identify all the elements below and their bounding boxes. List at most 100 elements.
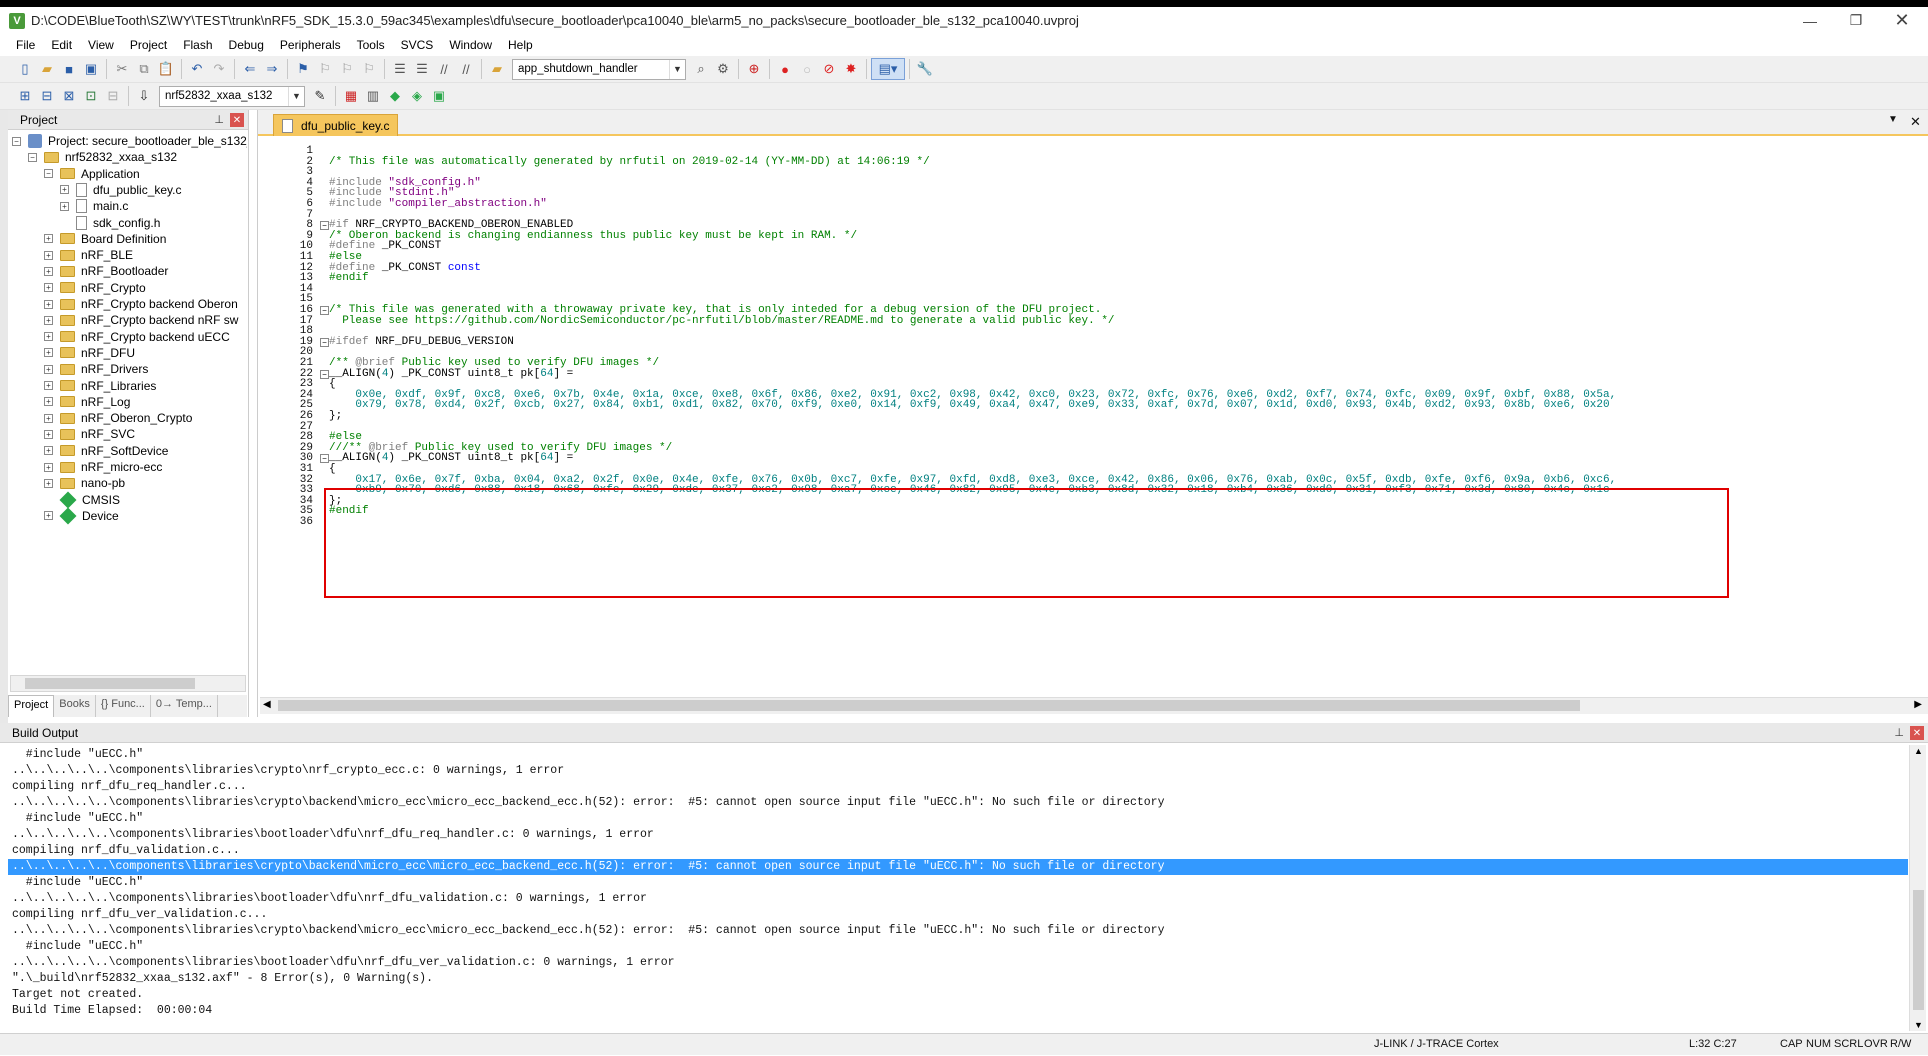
expand-icon[interactable]: + bbox=[44, 299, 53, 309]
prev-bookmark-icon[interactable]: ⚐ bbox=[314, 58, 336, 80]
paste-icon[interactable]: 📋 bbox=[155, 58, 177, 80]
incremental-find-icon[interactable]: ⚙ bbox=[712, 58, 734, 80]
navigate-forward-icon[interactable]: ⇒ bbox=[261, 58, 283, 80]
menu-file[interactable]: File bbox=[8, 38, 43, 52]
pane-tab-1[interactable]: Books bbox=[54, 695, 96, 717]
expand-icon[interactable]: + bbox=[44, 462, 53, 472]
pack-installer-icon[interactable]: ▣ bbox=[428, 85, 450, 107]
build-line[interactable]: Target not created. bbox=[12, 987, 143, 1003]
scrollbar-thumb[interactable] bbox=[25, 678, 195, 689]
build-line[interactable]: ..\..\..\..\..\components\libraries\boot… bbox=[12, 891, 647, 907]
build-output-text[interactable]: #include "uECC.h" ..\..\..\..\..\componen… bbox=[8, 745, 1908, 1031]
expand-icon[interactable]: + bbox=[44, 478, 53, 488]
code-line[interactable]: }; bbox=[329, 410, 342, 423]
build-line[interactable]: Build Time Elapsed: 00:00:04 bbox=[12, 1003, 212, 1019]
uncomment-icon[interactable]: // bbox=[455, 58, 477, 80]
menu-tools[interactable]: Tools bbox=[349, 38, 393, 52]
select-pack-icon[interactable]: ◈ bbox=[406, 85, 428, 107]
copy-icon[interactable]: ⧉ bbox=[133, 58, 155, 80]
configure-icon[interactable]: 🔧 bbox=[914, 58, 936, 80]
unindent-icon[interactable]: ☰ bbox=[411, 58, 433, 80]
expand-icon[interactable]: + bbox=[44, 234, 53, 244]
undo-icon[interactable]: ↶ bbox=[186, 58, 208, 80]
clear-bookmarks-icon[interactable]: ⚐ bbox=[358, 58, 380, 80]
code-area[interactable]: /* This file was automatically generated… bbox=[329, 137, 1928, 697]
fold-toggle-icon[interactable]: − bbox=[320, 454, 329, 464]
project-horizontal-scrollbar[interactable] bbox=[10, 675, 246, 692]
close-pane-button[interactable]: ✕ bbox=[1910, 726, 1924, 740]
build-line[interactable]: compiling nrf_dfu_ver_validation.c... bbox=[12, 907, 267, 923]
build-line[interactable]: ..\..\..\..\..\components\libraries\boot… bbox=[12, 827, 654, 843]
download-icon[interactable]: ⇩ bbox=[133, 85, 155, 107]
find-icon[interactable]: ⌕ bbox=[690, 58, 712, 80]
expand-icon[interactable]: + bbox=[44, 348, 53, 358]
expand-icon[interactable]: + bbox=[44, 511, 53, 521]
menu-window[interactable]: Window bbox=[441, 38, 500, 52]
close-pane-button[interactable]: ✕ bbox=[230, 113, 244, 127]
collapse-icon[interactable]: − bbox=[28, 152, 37, 162]
translate-icon[interactable]: ⊞ bbox=[14, 85, 36, 107]
expand-icon[interactable]: + bbox=[44, 397, 53, 407]
code-line[interactable]: /* This file was automatically generated… bbox=[329, 156, 930, 169]
expand-icon[interactable]: + bbox=[44, 364, 53, 374]
batch-build-icon[interactable]: ⊡ bbox=[80, 85, 102, 107]
expand-icon[interactable]: + bbox=[44, 250, 53, 260]
menu-edit[interactable]: Edit bbox=[43, 38, 80, 52]
collapse-icon[interactable]: − bbox=[12, 136, 21, 146]
menu-view[interactable]: View bbox=[80, 38, 122, 52]
scrollbar-thumb[interactable] bbox=[1913, 890, 1924, 1010]
pane-tab-2[interactable]: {} Func... bbox=[96, 695, 151, 717]
disable-all-breakpoints-icon[interactable]: ⊘ bbox=[818, 58, 840, 80]
breakpoint-disabled-icon[interactable]: ○ bbox=[796, 58, 818, 80]
pin-icon[interactable]: ⊥ bbox=[214, 113, 224, 126]
new-file-icon[interactable]: ▯ bbox=[14, 58, 36, 80]
open-folder-icon[interactable]: ▰ bbox=[36, 58, 58, 80]
pane-tab-3[interactable]: 0→ Temp... bbox=[151, 695, 218, 717]
build-line[interactable]: #include "uECC.h" bbox=[12, 939, 143, 955]
chevron-down-icon[interactable]: ▼ bbox=[288, 86, 304, 106]
kill-all-breakpoints-icon[interactable]: ✸ bbox=[840, 58, 862, 80]
tab-list-chevron-icon[interactable]: ▼ bbox=[1888, 114, 1898, 125]
expand-icon[interactable]: + bbox=[44, 332, 53, 342]
scroll-down-icon[interactable]: ▼ bbox=[1914, 1020, 1923, 1030]
expand-icon[interactable]: + bbox=[44, 413, 53, 423]
build-line[interactable]: compiling nrf_dfu_validation.c... bbox=[12, 843, 240, 859]
code-line[interactable]: 0x79, 0x78, 0xd4, 0x2f, 0xcb, 0x27, 0x84… bbox=[329, 399, 1609, 412]
menu-project[interactable]: Project bbox=[122, 38, 175, 52]
function-combo[interactable]: app_shutdown_handler ▼ bbox=[512, 58, 686, 80]
find-in-files-icon[interactable]: ▰ bbox=[486, 58, 508, 80]
expand-icon[interactable]: + bbox=[60, 201, 69, 211]
menu-peripherals[interactable]: Peripherals bbox=[272, 38, 349, 52]
fold-toggle-icon[interactable]: − bbox=[320, 306, 329, 315]
debug-session-icon[interactable]: ⊕ bbox=[743, 58, 765, 80]
fold-toggle-icon[interactable]: − bbox=[320, 221, 329, 231]
code-line[interactable]: __ALIGN(4) _PK_CONST uint8_t pk[64] = bbox=[329, 368, 573, 381]
maximize-button[interactable]: ❐ bbox=[1833, 7, 1879, 34]
minimize-button[interactable]: — bbox=[1787, 7, 1833, 34]
expand-icon[interactable]: + bbox=[44, 381, 53, 390]
fold-toggle-icon[interactable]: − bbox=[320, 337, 329, 347]
close-window-button[interactable]: ✕ bbox=[1879, 7, 1925, 34]
editor-horizontal-scrollbar[interactable]: ◀ ▶ bbox=[260, 697, 1928, 714]
tree-item[interactable]: + Device bbox=[44, 506, 119, 526]
stop-build-icon[interactable]: ⊟ bbox=[102, 85, 124, 107]
scroll-up-icon[interactable]: ▲ bbox=[1914, 746, 1923, 756]
target-combo[interactable]: nrf52832_xxaa_s132 ▼ bbox=[159, 85, 305, 107]
target-options-icon[interactable]: ✎ bbox=[309, 85, 331, 107]
pane-tab-0[interactable]: Project bbox=[8, 695, 55, 717]
build-line[interactable]: ".\_build\nrf52832_xxaa_s132.axf" - 8 Er… bbox=[12, 971, 433, 987]
menu-debug[interactable]: Debug bbox=[221, 38, 272, 52]
build-line-selected[interactable]: ..\..\..\..\..\components\libraries\cryp… bbox=[8, 859, 1908, 875]
code-line[interactable]: #include "compiler_abstraction.h" bbox=[329, 198, 547, 211]
chevron-down-icon[interactable]: ▼ bbox=[669, 59, 685, 79]
code-line[interactable]: Please see https://github.com/NordicSemi… bbox=[329, 315, 1114, 328]
file-extensions-icon[interactable]: ▥ bbox=[362, 85, 384, 107]
build-output-vertical-scrollbar[interactable]: ▲ ▼ bbox=[1909, 745, 1926, 1031]
menu-svcs[interactable]: SVCS bbox=[393, 38, 442, 52]
rebuild-icon[interactable]: ⊠ bbox=[58, 85, 80, 107]
expand-icon[interactable]: + bbox=[44, 446, 53, 456]
navigate-back-icon[interactable]: ⇐ bbox=[239, 58, 261, 80]
build-icon[interactable]: ⊟ bbox=[36, 85, 58, 107]
save-icon[interactable]: ■ bbox=[58, 58, 80, 80]
menu-flash[interactable]: Flash bbox=[175, 38, 220, 52]
